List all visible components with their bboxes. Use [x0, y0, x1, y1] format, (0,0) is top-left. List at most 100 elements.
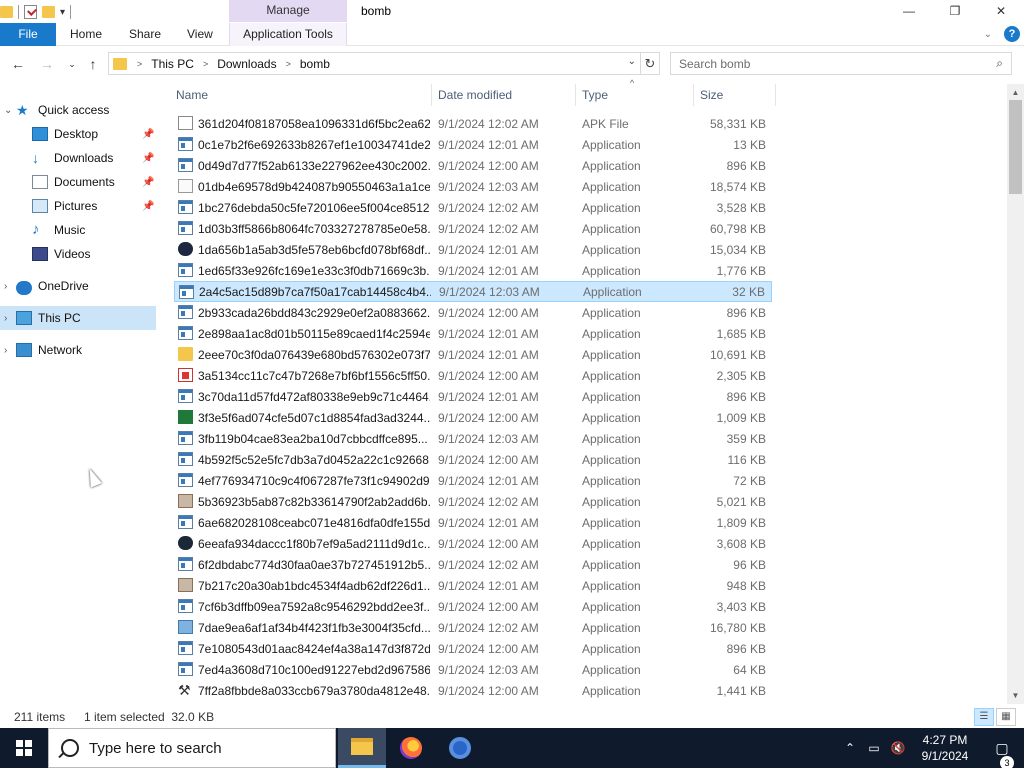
breadcrumb-this-pc[interactable]: This PC [151, 57, 194, 71]
file-row[interactable]: 2a4c5ac15d89b7ca7f50a17cab14458c4b4... 9/… [174, 281, 772, 302]
breadcrumb-bomb[interactable]: bomb [300, 57, 330, 71]
file-row[interactable]: 7cf6b3dffb09ea7592a8c9546292bdd2ee3f... 9… [174, 596, 772, 617]
search-input[interactable]: Search bomb ⌕ [670, 52, 1012, 75]
file-type: Application [582, 158, 641, 173]
file-row[interactable]: 1da656b1a5ab3d5fe578eb6bcfd078bf68df... 9… [174, 239, 772, 260]
file-row[interactable]: 1d03b3ff5866b8064fc703327278785e0e58... 9… [174, 218, 772, 239]
file-row[interactable]: 6ae682028108ceabc071e4816dfa0dfe155d... 9… [174, 512, 772, 533]
tab-file[interactable]: File [0, 23, 56, 46]
file-row[interactable]: ⚒ 7ff2a8fbbde8a033ccb679a3780da4812e48...… [174, 680, 772, 701]
new-folder-icon[interactable] [42, 6, 55, 18]
scroll-down-icon[interactable]: ▼ [1007, 687, 1024, 704]
details-view-button[interactable]: ☰ [974, 708, 994, 726]
forward-button[interactable]: → [37, 54, 57, 74]
item-count: 211 items [14, 710, 66, 724]
file-row[interactable]: 0d49d7d77f52ab6133e227962ee430c2002... 9/… [174, 155, 772, 176]
file-row[interactable]: 3fb119b04cae83ea2ba10d7cbbcdffce895... 9/… [174, 428, 772, 449]
back-button[interactable]: ← [8, 54, 28, 74]
sidebar-item-pictures[interactable]: Pictures 📌 [0, 194, 156, 218]
column-header-date-modified[interactable]: Date modified [432, 84, 576, 106]
taskbar-firefox[interactable] [387, 728, 435, 768]
file-row[interactable]: 3a5134cc11c7c47b7268e7bf6bf1556c5ff50...… [174, 365, 772, 386]
chevron-right-icon[interactable]: > [203, 59, 208, 69]
navigation-pane: ⌄ ★ Quick access Desktop 📌 ↓ Downloads 📌… [0, 92, 160, 702]
column-header-name[interactable]: Name [170, 84, 432, 106]
up-button[interactable]: ↑ [83, 54, 103, 74]
show-hidden-icons-icon[interactable]: ⌃ [838, 741, 862, 755]
sidebar-item-network[interactable]: › Network [0, 338, 156, 362]
volume-muted-icon[interactable]: 🔇 [886, 741, 910, 755]
chevron-right-icon[interactable]: > [286, 59, 291, 69]
sidebar-item-quick-access[interactable]: ⌄ ★ Quick access [0, 98, 156, 122]
file-row[interactable]: 3f3e5f6ad074cfe5d07c1d8854fad3ad3244... 9… [174, 407, 772, 428]
expand-arrow-icon[interactable]: › [4, 281, 16, 292]
scrollbar-thumb[interactable] [1009, 100, 1022, 194]
file-row[interactable]: 7dae9ea6af1af34b4f423f1fb3e3004f35cfd...… [174, 617, 772, 638]
action-center-button[interactable]: ▢ 3 [980, 740, 1024, 770]
properties-icon[interactable] [24, 5, 37, 19]
customize-toolbar-icon[interactable]: ▾ [60, 7, 65, 18]
vertical-scrollbar[interactable]: ▲ ▼ [1007, 84, 1024, 704]
collapse-arrow-icon[interactable]: ⌄ [4, 105, 16, 116]
taskbar-file-explorer[interactable] [338, 728, 386, 768]
star-icon: ★ [16, 102, 29, 118]
maximize-button[interactable]: ❐ [932, 0, 978, 23]
large-icons-view-button[interactable]: ▦ [996, 708, 1016, 726]
tab-view[interactable]: View [177, 23, 223, 46]
file-row[interactable]: 7b217c20a30ab1bdc4534f4adb62df226d1... 9/… [174, 575, 772, 596]
application-icon [178, 641, 193, 655]
file-date-modified: 9/1/2024 12:02 AM [438, 116, 539, 131]
recent-locations-icon[interactable]: ⌄ [62, 54, 82, 74]
file-type: Application [582, 662, 641, 677]
manage-tab-group[interactable]: Manage [229, 0, 347, 22]
sidebar-item-desktop[interactable]: Desktop 📌 [0, 122, 156, 146]
breadcrumb-downloads[interactable]: Downloads [217, 57, 276, 71]
expand-arrow-icon[interactable]: › [4, 345, 16, 356]
minimize-button[interactable]: — [886, 0, 932, 23]
scroll-up-icon[interactable]: ▲ [1007, 84, 1024, 101]
network-tray-icon[interactable]: ▭ [862, 741, 886, 755]
file-row[interactable]: 1bc276debda50c5fe720106ee5f004ce8512... 9… [174, 197, 772, 218]
taskbar-search-box[interactable]: Type here to search [48, 728, 336, 768]
file-row[interactable]: 4b592f5c52e5fc7db3a7d0452a22c1c92668... 9… [174, 449, 772, 470]
file-row[interactable]: 1ed65f33e926fc169e1e33c3f0db71669c3b... 9… [174, 260, 772, 281]
clock[interactable]: 4:27 PM 9/1/2024 [910, 732, 980, 764]
tab-application-tools[interactable]: Application Tools [229, 23, 347, 46]
sidebar-item-documents[interactable]: Documents 📌 [0, 170, 156, 194]
sidebar-item-videos[interactable]: Videos [0, 242, 156, 266]
file-size: 896 KB [726, 641, 766, 656]
close-button[interactable]: ✕ [978, 0, 1024, 23]
expand-ribbon-icon[interactable]: ⌄ [984, 29, 992, 40]
tab-home[interactable]: Home [60, 23, 112, 46]
expand-arrow-icon[interactable]: › [4, 313, 16, 324]
file-row[interactable]: 6eeafa934daccc1f80b7ef9a5ad2111d9d1c... 9… [174, 533, 772, 554]
address-dropdown-icon[interactable]: ⌄ [628, 56, 636, 67]
file-row[interactable]: 2e898aa1ac8d01b50115e89caed1f4c2594e... 9… [174, 323, 772, 344]
refresh-button[interactable]: ↻ [641, 52, 660, 75]
application-icon [178, 263, 193, 277]
sidebar-item-onedrive[interactable]: › OneDrive [0, 274, 156, 298]
address-bar[interactable]: > This PC > Downloads > bomb ⌄ [108, 52, 641, 75]
tab-share[interactable]: Share [119, 23, 171, 46]
file-row[interactable]: 361d204f08187058ea1096331d6f5bc2ea62... 9… [174, 113, 772, 134]
sidebar-item-downloads[interactable]: ↓ Downloads 📌 [0, 146, 156, 170]
chevron-right-icon[interactable]: > [137, 59, 142, 69]
file-row[interactable]: 7ed4a3608d710c100ed91227ebd2d967586... 9/… [174, 659, 772, 680]
file-row[interactable]: 2eee70c3f0da076439e680bd576302e073f7... 9… [174, 344, 772, 365]
file-row[interactable]: 01db4e69578d9b424087b90550463a1a1ce... 9/… [174, 176, 772, 197]
taskbar-chrome[interactable] [436, 728, 484, 768]
sidebar-item-music[interactable]: ♪ Music [0, 218, 156, 242]
file-row[interactable]: 6f2dbdabc774d30faa0ae37b727451912b5... 9/… [174, 554, 772, 575]
sidebar-item-this-pc[interactable]: › This PC [0, 306, 156, 330]
file-row[interactable]: 0c1e7b2f6e692633b8267ef1e10034741de2... 9… [174, 134, 772, 155]
start-button[interactable] [0, 728, 48, 768]
file-row[interactable]: 4ef776934710c9c4f067287fe73f1c94902d9...… [174, 470, 772, 491]
file-row[interactable]: 3c70da11d57fd472af80338e9eb9c71c4464... 9… [174, 386, 772, 407]
file-row[interactable]: 5b36923b5ab87c82b33614790f2ab2add6b... 9/… [174, 491, 772, 512]
file-row[interactable]: 7e1080543d01aac8424ef4a38a147d3f872d... 9… [174, 638, 772, 659]
file-size: 1,009 KB [716, 410, 766, 425]
column-header-size[interactable]: Size [694, 84, 776, 106]
column-header-type[interactable]: Type [576, 84, 694, 106]
file-row[interactable]: 2b933cada26bdd843c2929e0ef2a0883662... 9/… [174, 302, 772, 323]
help-icon[interactable]: ? [1004, 26, 1020, 42]
